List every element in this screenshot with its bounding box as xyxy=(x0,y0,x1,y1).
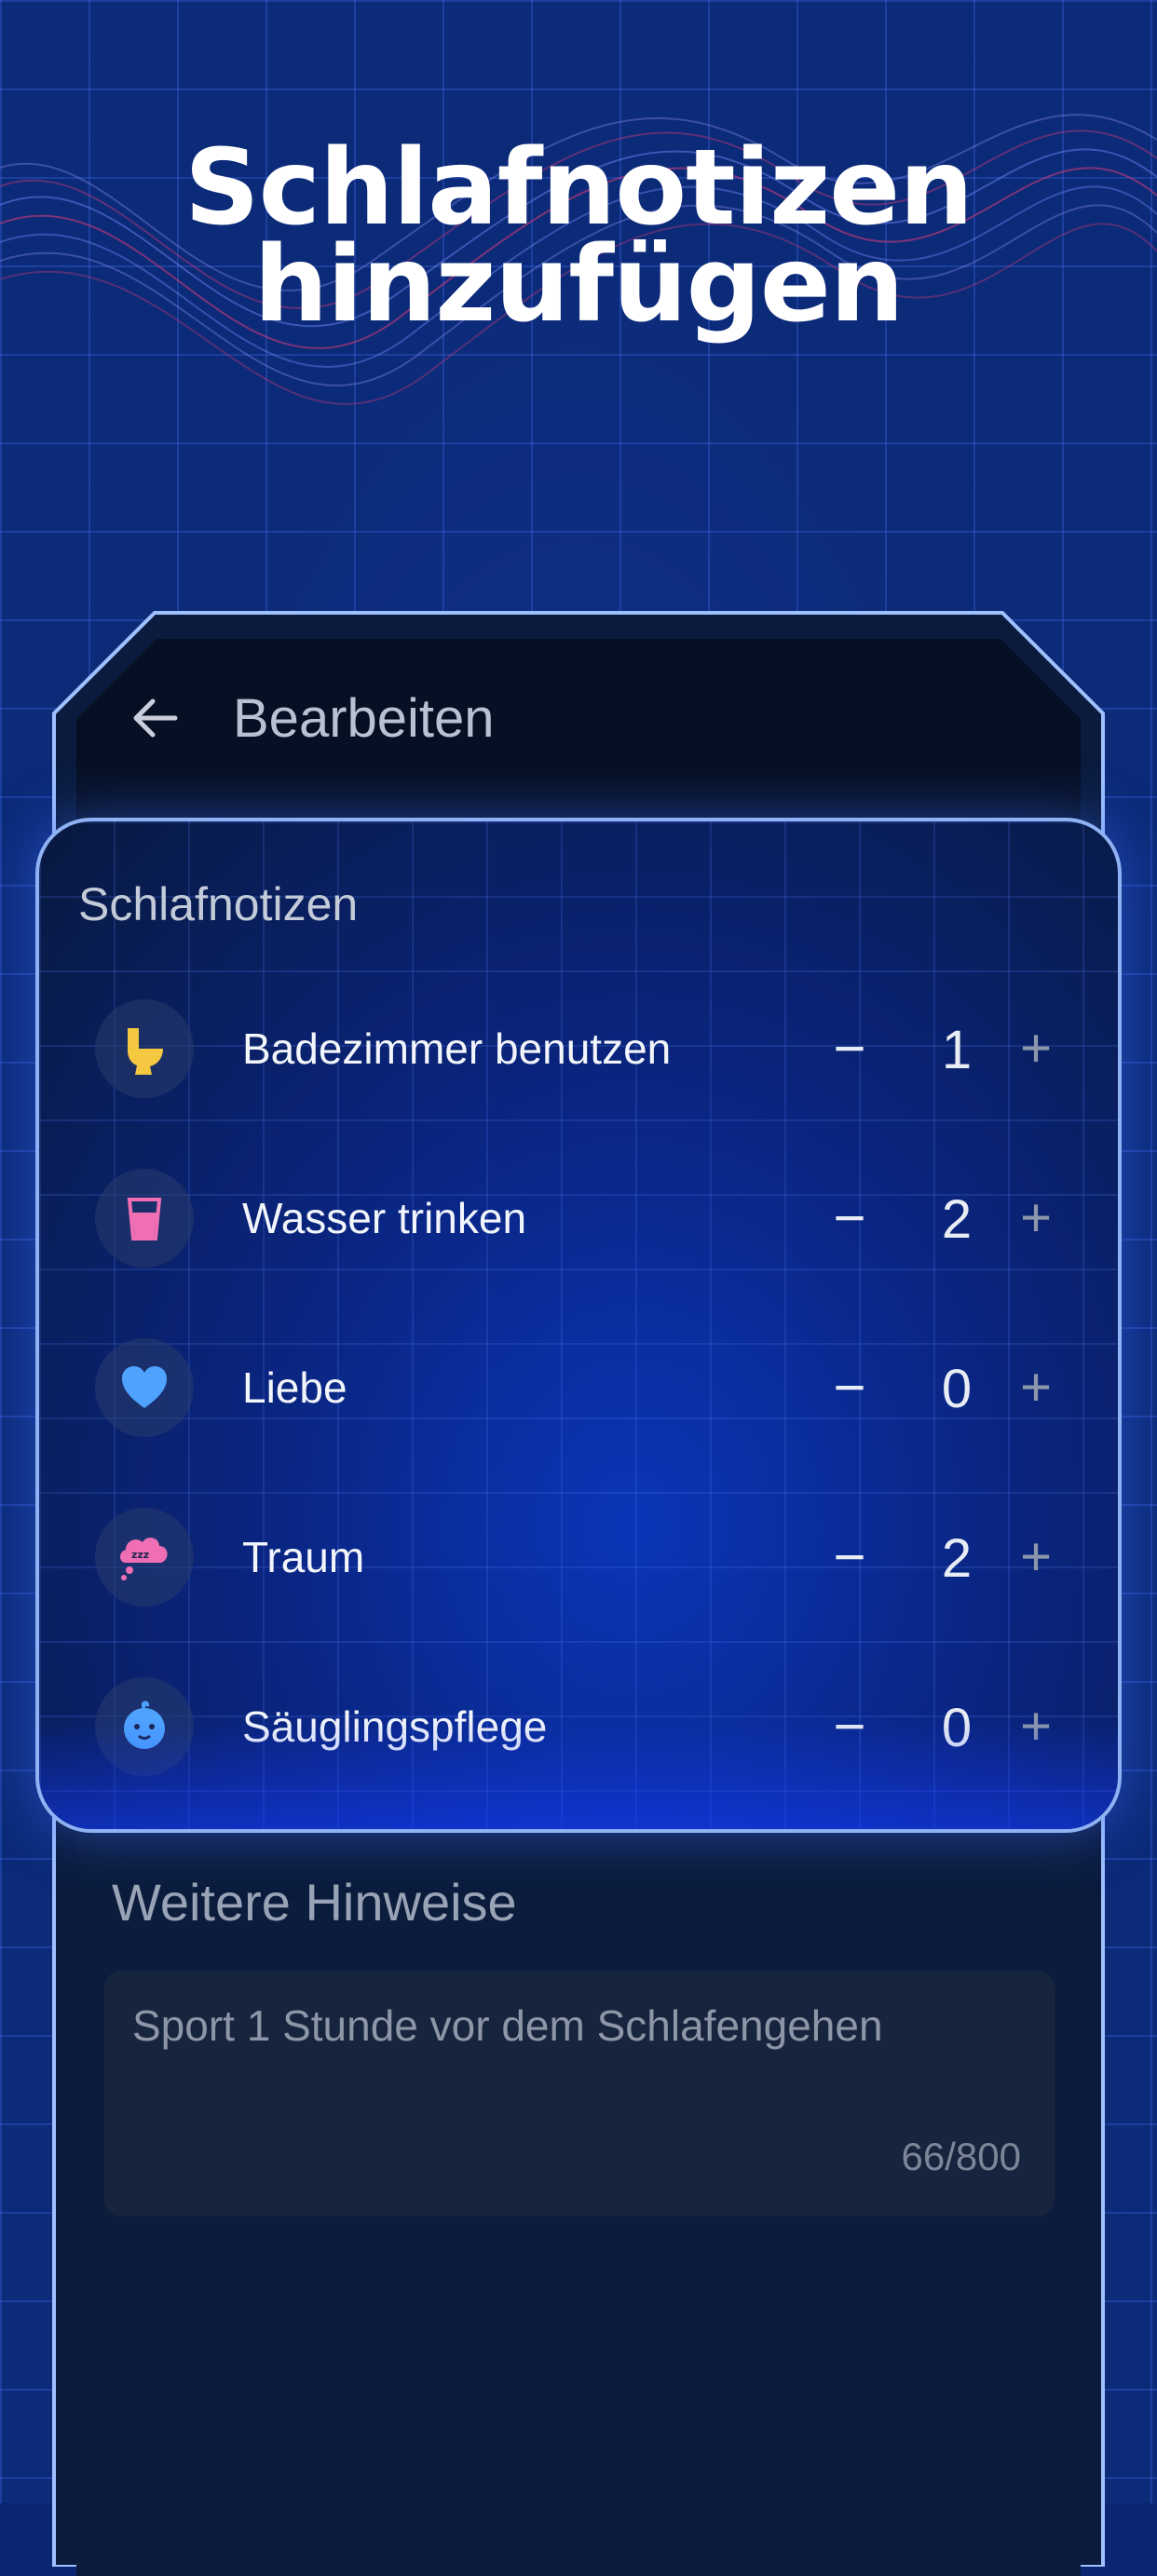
item-label: Traum xyxy=(242,1533,365,1581)
notes-section-title: Weitere Hinweise xyxy=(112,1873,517,1932)
increment-button[interactable]: + xyxy=(999,1350,1073,1425)
item-count: 0 xyxy=(941,1698,973,1758)
list-item: Badezimmer benutzen − 1 + xyxy=(39,993,1118,1105)
decrement-button[interactable]: − xyxy=(812,1181,887,1255)
decrement-button[interactable]: − xyxy=(812,1011,887,1086)
decrement-button[interactable]: − xyxy=(812,1350,887,1425)
baby-icon xyxy=(95,1677,194,1776)
notes-textarea[interactable]: Sport 1 Stunde vor dem Schlafengehen 66/… xyxy=(104,1971,1055,2217)
svg-text:zzz: zzz xyxy=(131,1549,149,1561)
list-item: zzz Traum − 2 + xyxy=(39,1501,1118,1613)
decrement-button[interactable]: − xyxy=(812,1689,887,1764)
headline-line-1: Schlafnotizen xyxy=(184,128,973,249)
headline: Schlafnotizen hinzufügen xyxy=(0,128,1157,346)
increment-button[interactable]: + xyxy=(999,1520,1073,1594)
decrement-button[interactable]: − xyxy=(812,1520,887,1594)
list-item: Wasser trinken − 2 + xyxy=(39,1162,1118,1274)
increment-button[interactable]: + xyxy=(999,1011,1073,1086)
toilet-icon xyxy=(95,999,194,1098)
headline-line-2: hinzufügen xyxy=(253,224,904,346)
item-label: Wasser trinken xyxy=(242,1194,527,1242)
item-count: 2 xyxy=(941,1528,973,1589)
character-counter: 66/800 xyxy=(901,2135,1021,2178)
item-count: 2 xyxy=(941,1189,973,1250)
dream-cloud-icon: zzz xyxy=(95,1508,194,1607)
increment-button[interactable]: + xyxy=(999,1181,1073,1255)
heart-icon xyxy=(95,1338,194,1437)
page-title: Bearbeiten xyxy=(233,688,495,749)
item-label: Badezimmer benutzen xyxy=(242,1024,672,1073)
sleep-notes-card: Schlafnotizen Badezimmer benutzen − 1 + … xyxy=(35,818,1122,1833)
list-item: Säuglingspflege − 0 + xyxy=(39,1671,1118,1783)
water-glass-icon xyxy=(95,1169,194,1268)
increment-button[interactable]: + xyxy=(999,1689,1073,1764)
item-count: 0 xyxy=(941,1359,973,1419)
notes-text: Sport 1 Stunde vor dem Schlafengehen xyxy=(132,2001,883,2050)
card-title: Schlafnotizen xyxy=(78,878,359,930)
back-arrow-icon[interactable] xyxy=(130,694,179,742)
item-count: 1 xyxy=(941,1020,973,1080)
top-bar xyxy=(76,639,1081,825)
item-label: Liebe xyxy=(242,1363,347,1412)
item-label: Säuglingspflege xyxy=(242,1702,548,1751)
list-item: Liebe − 0 + xyxy=(39,1332,1118,1444)
